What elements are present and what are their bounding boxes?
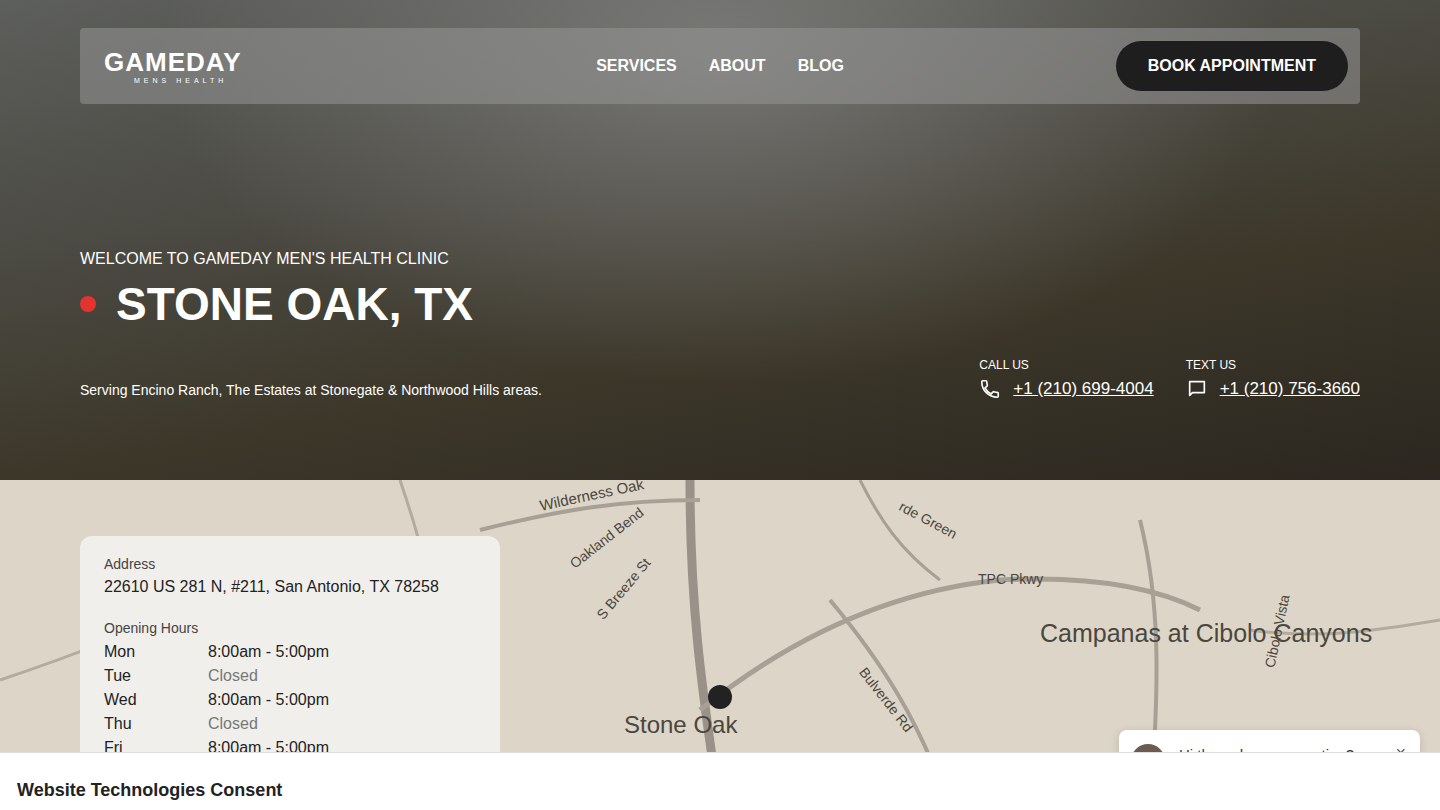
nav-links: SERVICES ABOUT BLOG bbox=[596, 57, 844, 75]
map-label: TPC Pkwy bbox=[978, 572, 1043, 587]
day: Thu bbox=[104, 712, 208, 736]
contacts: CALL US +1 (210) 699-4004 TEXT US +1 (210) … bbox=[979, 358, 1360, 400]
page: GAMEDAY MENS HEALTH SERVICES ABOUT BLOG BOOK … bbox=[0, 0, 1440, 810]
status-dot bbox=[80, 296, 96, 312]
contact-item: TEXT US +1 (210) 756-3660 bbox=[1186, 358, 1360, 400]
hours-row: ThuClosed bbox=[104, 712, 476, 736]
time: Closed bbox=[208, 712, 476, 736]
day: Wed bbox=[104, 688, 208, 712]
location-card: Address 22610 US 281 N, #211, San Antonio… bbox=[80, 536, 500, 784]
day: Mon bbox=[104, 640, 208, 664]
contact-label: TEXT US bbox=[1186, 358, 1360, 372]
contact-link[interactable]: +1 (210) 699-4004 bbox=[1013, 379, 1153, 399]
hero: GAMEDAY MENS HEALTH SERVICES ABOUT BLOG BOOK … bbox=[0, 0, 1440, 480]
hours-row: TueClosed bbox=[104, 664, 476, 688]
day: Tue bbox=[104, 664, 208, 688]
hours-row: Mon8:00am - 5:00pm bbox=[104, 640, 476, 664]
nav-link[interactable]: ABOUT bbox=[709, 57, 766, 75]
address-label: Address bbox=[104, 556, 476, 572]
book-appointment-button[interactable]: BOOK APPOINTMENT bbox=[1116, 41, 1348, 91]
nav-link[interactable]: BLOG bbox=[798, 57, 844, 75]
hero-content: WELCOME TO GAMEDAY MEN'S HEALTH CLINIC ST… bbox=[80, 250, 1360, 400]
time: Closed bbox=[208, 664, 476, 688]
map-label: Oakland Bend bbox=[567, 505, 646, 572]
welcome-text: WELCOME TO GAMEDAY MEN'S HEALTH CLINIC bbox=[80, 250, 1360, 268]
logo-subtext: MENS HEALTH bbox=[134, 77, 227, 84]
phone-icon bbox=[979, 378, 1001, 400]
location-title: STONE OAK, TX bbox=[80, 278, 1360, 330]
nav-link[interactable]: SERVICES bbox=[596, 57, 677, 75]
hours-row: Wed8:00am - 5:00pm bbox=[104, 688, 476, 712]
nav-bar: GAMEDAY MENS HEALTH SERVICES ABOUT BLOG BOOK … bbox=[80, 28, 1360, 104]
contact-item: CALL US +1 (210) 699-4004 bbox=[979, 358, 1153, 400]
logo-text: GAMEDAY bbox=[104, 49, 242, 75]
map-label: Campanas at Cibolo Canyons bbox=[1040, 620, 1240, 648]
address: 22610 US 281 N, #211, San Antonio, TX 78… bbox=[104, 578, 476, 596]
map-label: Stone Oak bbox=[624, 712, 737, 738]
consent-banner: Website Technologies Consent bbox=[0, 752, 1440, 810]
contact-link[interactable]: +1 (210) 756-3660 bbox=[1220, 379, 1360, 399]
time: 8:00am - 5:00pm bbox=[208, 688, 476, 712]
consent-title: Website Technologies Consent bbox=[17, 779, 1423, 801]
logo[interactable]: GAMEDAY MENS HEALTH bbox=[104, 49, 596, 84]
contact-label: CALL US bbox=[979, 358, 1153, 372]
serving-text: Serving Encino Ranch, The Estates at Sto… bbox=[80, 382, 542, 398]
time: 8:00am - 5:00pm bbox=[208, 640, 476, 664]
message-icon bbox=[1186, 378, 1208, 400]
map-pin[interactable] bbox=[708, 685, 732, 709]
map-label: rde Green bbox=[896, 499, 959, 542]
map-label: S Breeze St bbox=[594, 556, 654, 623]
hours-label: Opening Hours bbox=[104, 620, 476, 636]
